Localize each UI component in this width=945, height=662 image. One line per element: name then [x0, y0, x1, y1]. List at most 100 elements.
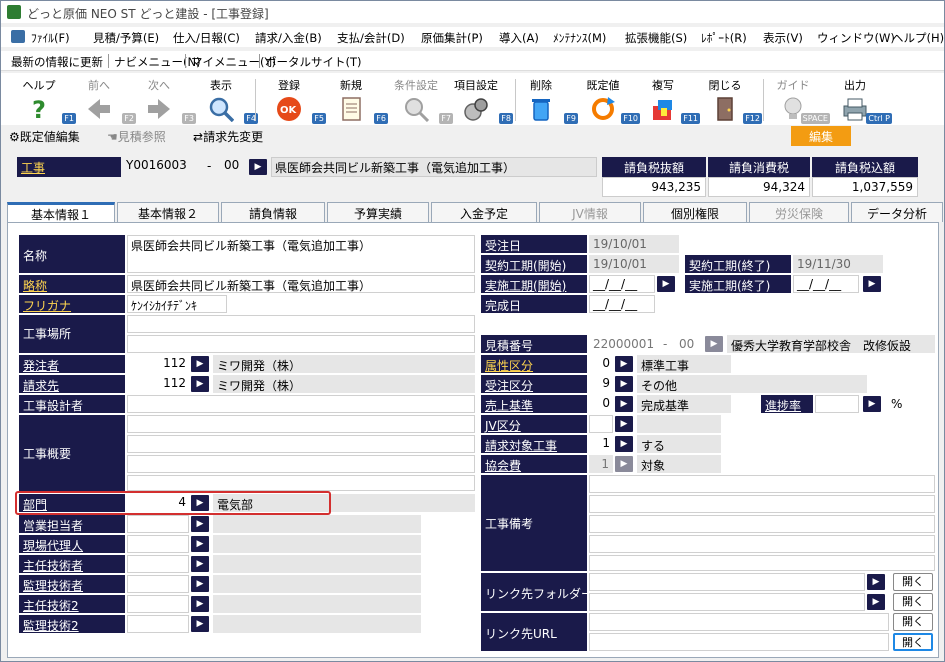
- chief-engineer-code[interactable]: [127, 555, 189, 573]
- construction-code[interactable]: Y0016003: [123, 157, 205, 177]
- association-fee-lookup-button[interactable]: ▶: [615, 456, 633, 472]
- jv-type-code[interactable]: [589, 415, 613, 433]
- chief-engineer-lookup-button[interactable]: ▶: [191, 556, 209, 572]
- my-menu-link[interactable]: マイメニュー(Y): [191, 54, 276, 70]
- order-type-lookup-button[interactable]: ▶: [615, 376, 633, 392]
- menu-report[interactable]: ﾚﾎﾟｰﾄ(R): [701, 30, 747, 46]
- condition-button[interactable]: 条件設定 F7: [391, 77, 453, 124]
- menu-file[interactable]: ﾌｧｲﾙ(F): [31, 30, 70, 46]
- estimate-ref-button[interactable]: ☚見積参照: [107, 128, 166, 145]
- summary-field-2[interactable]: [127, 435, 475, 453]
- jv-type-lookup-button[interactable]: ▶: [615, 416, 633, 432]
- remarks-field-4[interactable]: [589, 535, 935, 553]
- chief-engineer-label[interactable]: 主任技術者: [19, 555, 125, 573]
- progress-rate-field[interactable]: [815, 395, 859, 413]
- actual-start-calendar-button[interactable]: ▶: [657, 276, 675, 292]
- prev-button[interactable]: 前へ F2: [79, 77, 136, 124]
- summary-field-1[interactable]: [127, 415, 475, 433]
- menu-view[interactable]: 表示(V): [763, 30, 803, 46]
- association-fee-label[interactable]: 協会費: [481, 455, 587, 473]
- tab-basic-info-2[interactable]: 基本情報２: [117, 202, 219, 222]
- navi-menu-link[interactable]: ナビメニュー(N): [114, 54, 201, 70]
- short-name-label[interactable]: 略称: [19, 275, 125, 293]
- sales-standard-lookup-button[interactable]: ▶: [615, 396, 633, 412]
- summary-field-4[interactable]: [127, 475, 475, 491]
- actual-end-calendar-button[interactable]: ▶: [863, 276, 881, 292]
- menu-help[interactable]: ヘルプ(H): [892, 30, 944, 46]
- jv-type-label[interactable]: JV区分: [481, 415, 587, 433]
- kana-field[interactable]: ｹﾝｲｼｶｲﾁﾃﾞﾝｷ: [127, 295, 227, 313]
- menu-maintenance[interactable]: ﾒﾝﾃﾅﾝｽ(M): [553, 30, 606, 46]
- refresh-link[interactable]: 最新の情報に更新: [11, 54, 103, 70]
- item-settings-button[interactable]: 項目設定 F8: [451, 77, 513, 124]
- menu-payment[interactable]: 支払/会計(D): [337, 30, 405, 46]
- remarks-field-1[interactable]: [589, 475, 935, 493]
- orderer-code[interactable]: 112: [127, 355, 189, 373]
- construction-label[interactable]: 工事: [17, 157, 121, 177]
- remarks-field-3[interactable]: [589, 515, 935, 533]
- construction-lookup-button[interactable]: ▶: [249, 159, 267, 175]
- attribute-type-lookup-button[interactable]: ▶: [615, 356, 633, 372]
- chief-engineer-2-label[interactable]: 主任技術2: [19, 595, 125, 613]
- tab-contract-info[interactable]: 請負情報: [221, 202, 325, 222]
- supervising-engineer-code[interactable]: [127, 575, 189, 593]
- output-button[interactable]: 出力 Ctrl P: [835, 77, 892, 124]
- tab-payment-schedule[interactable]: 入金予定: [431, 202, 537, 222]
- link-url-field-2[interactable]: [589, 633, 889, 651]
- link-folder-2-open-button[interactable]: 開く: [893, 593, 933, 611]
- portal-link[interactable]: ポータルサイト(T): [265, 54, 362, 70]
- menu-billing[interactable]: 請求/入金(B): [255, 30, 322, 46]
- tab-basic-info-1[interactable]: 基本情報１: [7, 202, 115, 224]
- tab-individual-rights[interactable]: 個別権限: [643, 202, 747, 222]
- kana-label[interactable]: フリガナ: [19, 295, 125, 313]
- link-folder-2-browse-button[interactable]: ▶: [867, 594, 885, 610]
- sales-standard-code[interactable]: 0: [589, 395, 613, 413]
- billing-lookup-button[interactable]: ▶: [191, 376, 209, 392]
- supervising-engineer-label[interactable]: 監理技術者: [19, 575, 125, 593]
- guide-button[interactable]: ガイド SPACE: [773, 77, 830, 124]
- menu-purchase[interactable]: 仕入/日報(C): [173, 30, 240, 46]
- menu-estimate[interactable]: 見積/予算(E): [93, 30, 159, 46]
- branch-code[interactable]: 00: [221, 157, 247, 177]
- billing-target-lookup-button[interactable]: ▶: [615, 436, 633, 452]
- orderer-label[interactable]: 発注者: [19, 355, 125, 373]
- new-button[interactable]: 新規 F6: [331, 77, 388, 124]
- next-button[interactable]: 次へ F3: [139, 77, 196, 124]
- order-type-label[interactable]: 受注区分: [481, 375, 587, 393]
- site-field-2[interactable]: [127, 335, 475, 353]
- orderer-lookup-button[interactable]: ▶: [191, 356, 209, 372]
- supervising-engineer-2-code[interactable]: [127, 615, 189, 633]
- supervising-engineer-2-label[interactable]: 監理技術2: [19, 615, 125, 633]
- sales-standard-label[interactable]: 売上基準: [481, 395, 587, 413]
- name-field[interactable]: 県医師会共同ビル新築工事（電気追加工事）: [127, 235, 475, 273]
- site-agent-label[interactable]: 現場代理人: [19, 535, 125, 553]
- tab-budget-results[interactable]: 予算実績: [327, 202, 429, 222]
- menu-setup[interactable]: 導入(A): [499, 30, 539, 46]
- summary-field-3[interactable]: [127, 455, 475, 473]
- actual-start-label[interactable]: 実施工期(開始): [481, 275, 587, 293]
- actual-end-field[interactable]: __/__/__: [793, 275, 859, 293]
- link-folder-1-open-button[interactable]: 開く: [893, 573, 933, 591]
- actual-start-field[interactable]: __/__/__: [589, 275, 655, 293]
- progress-rate-label[interactable]: 進捗率: [761, 395, 813, 413]
- link-url-field-1[interactable]: [589, 613, 889, 631]
- link-url-2-open-button[interactable]: 開く: [893, 633, 933, 651]
- register-button[interactable]: 登録 OK F5: [269, 77, 326, 124]
- link-folder-field-2[interactable]: [589, 593, 865, 611]
- billing-change-button[interactable]: ⇄請求先変更: [193, 128, 263, 145]
- copy-button[interactable]: 複写 F11: [643, 77, 700, 124]
- default-edit-button[interactable]: ⚙既定値編集: [9, 128, 80, 145]
- help-button[interactable]: ヘルプ ? F1: [19, 77, 76, 124]
- short-name-field[interactable]: 県医師会共同ビル新築工事（電気追加工事）: [127, 275, 475, 293]
- view-button[interactable]: 表示 F4: [201, 77, 258, 124]
- supervising-engineer-2-lookup-button[interactable]: ▶: [191, 616, 209, 632]
- progress-rate-lookup-button[interactable]: ▶: [863, 396, 881, 412]
- menu-extensions[interactable]: 拡張機能(S): [625, 30, 687, 46]
- link-url-1-open-button[interactable]: 開く: [893, 613, 933, 631]
- attribute-type-code[interactable]: 0: [589, 355, 613, 373]
- billing-target-code[interactable]: 1: [589, 435, 613, 453]
- close-button[interactable]: 閉じる F12: [705, 77, 762, 124]
- link-folder-1-browse-button[interactable]: ▶: [867, 574, 885, 590]
- site-field-1[interactable]: [127, 315, 475, 333]
- supervising-engineer-lookup-button[interactable]: ▶: [191, 576, 209, 592]
